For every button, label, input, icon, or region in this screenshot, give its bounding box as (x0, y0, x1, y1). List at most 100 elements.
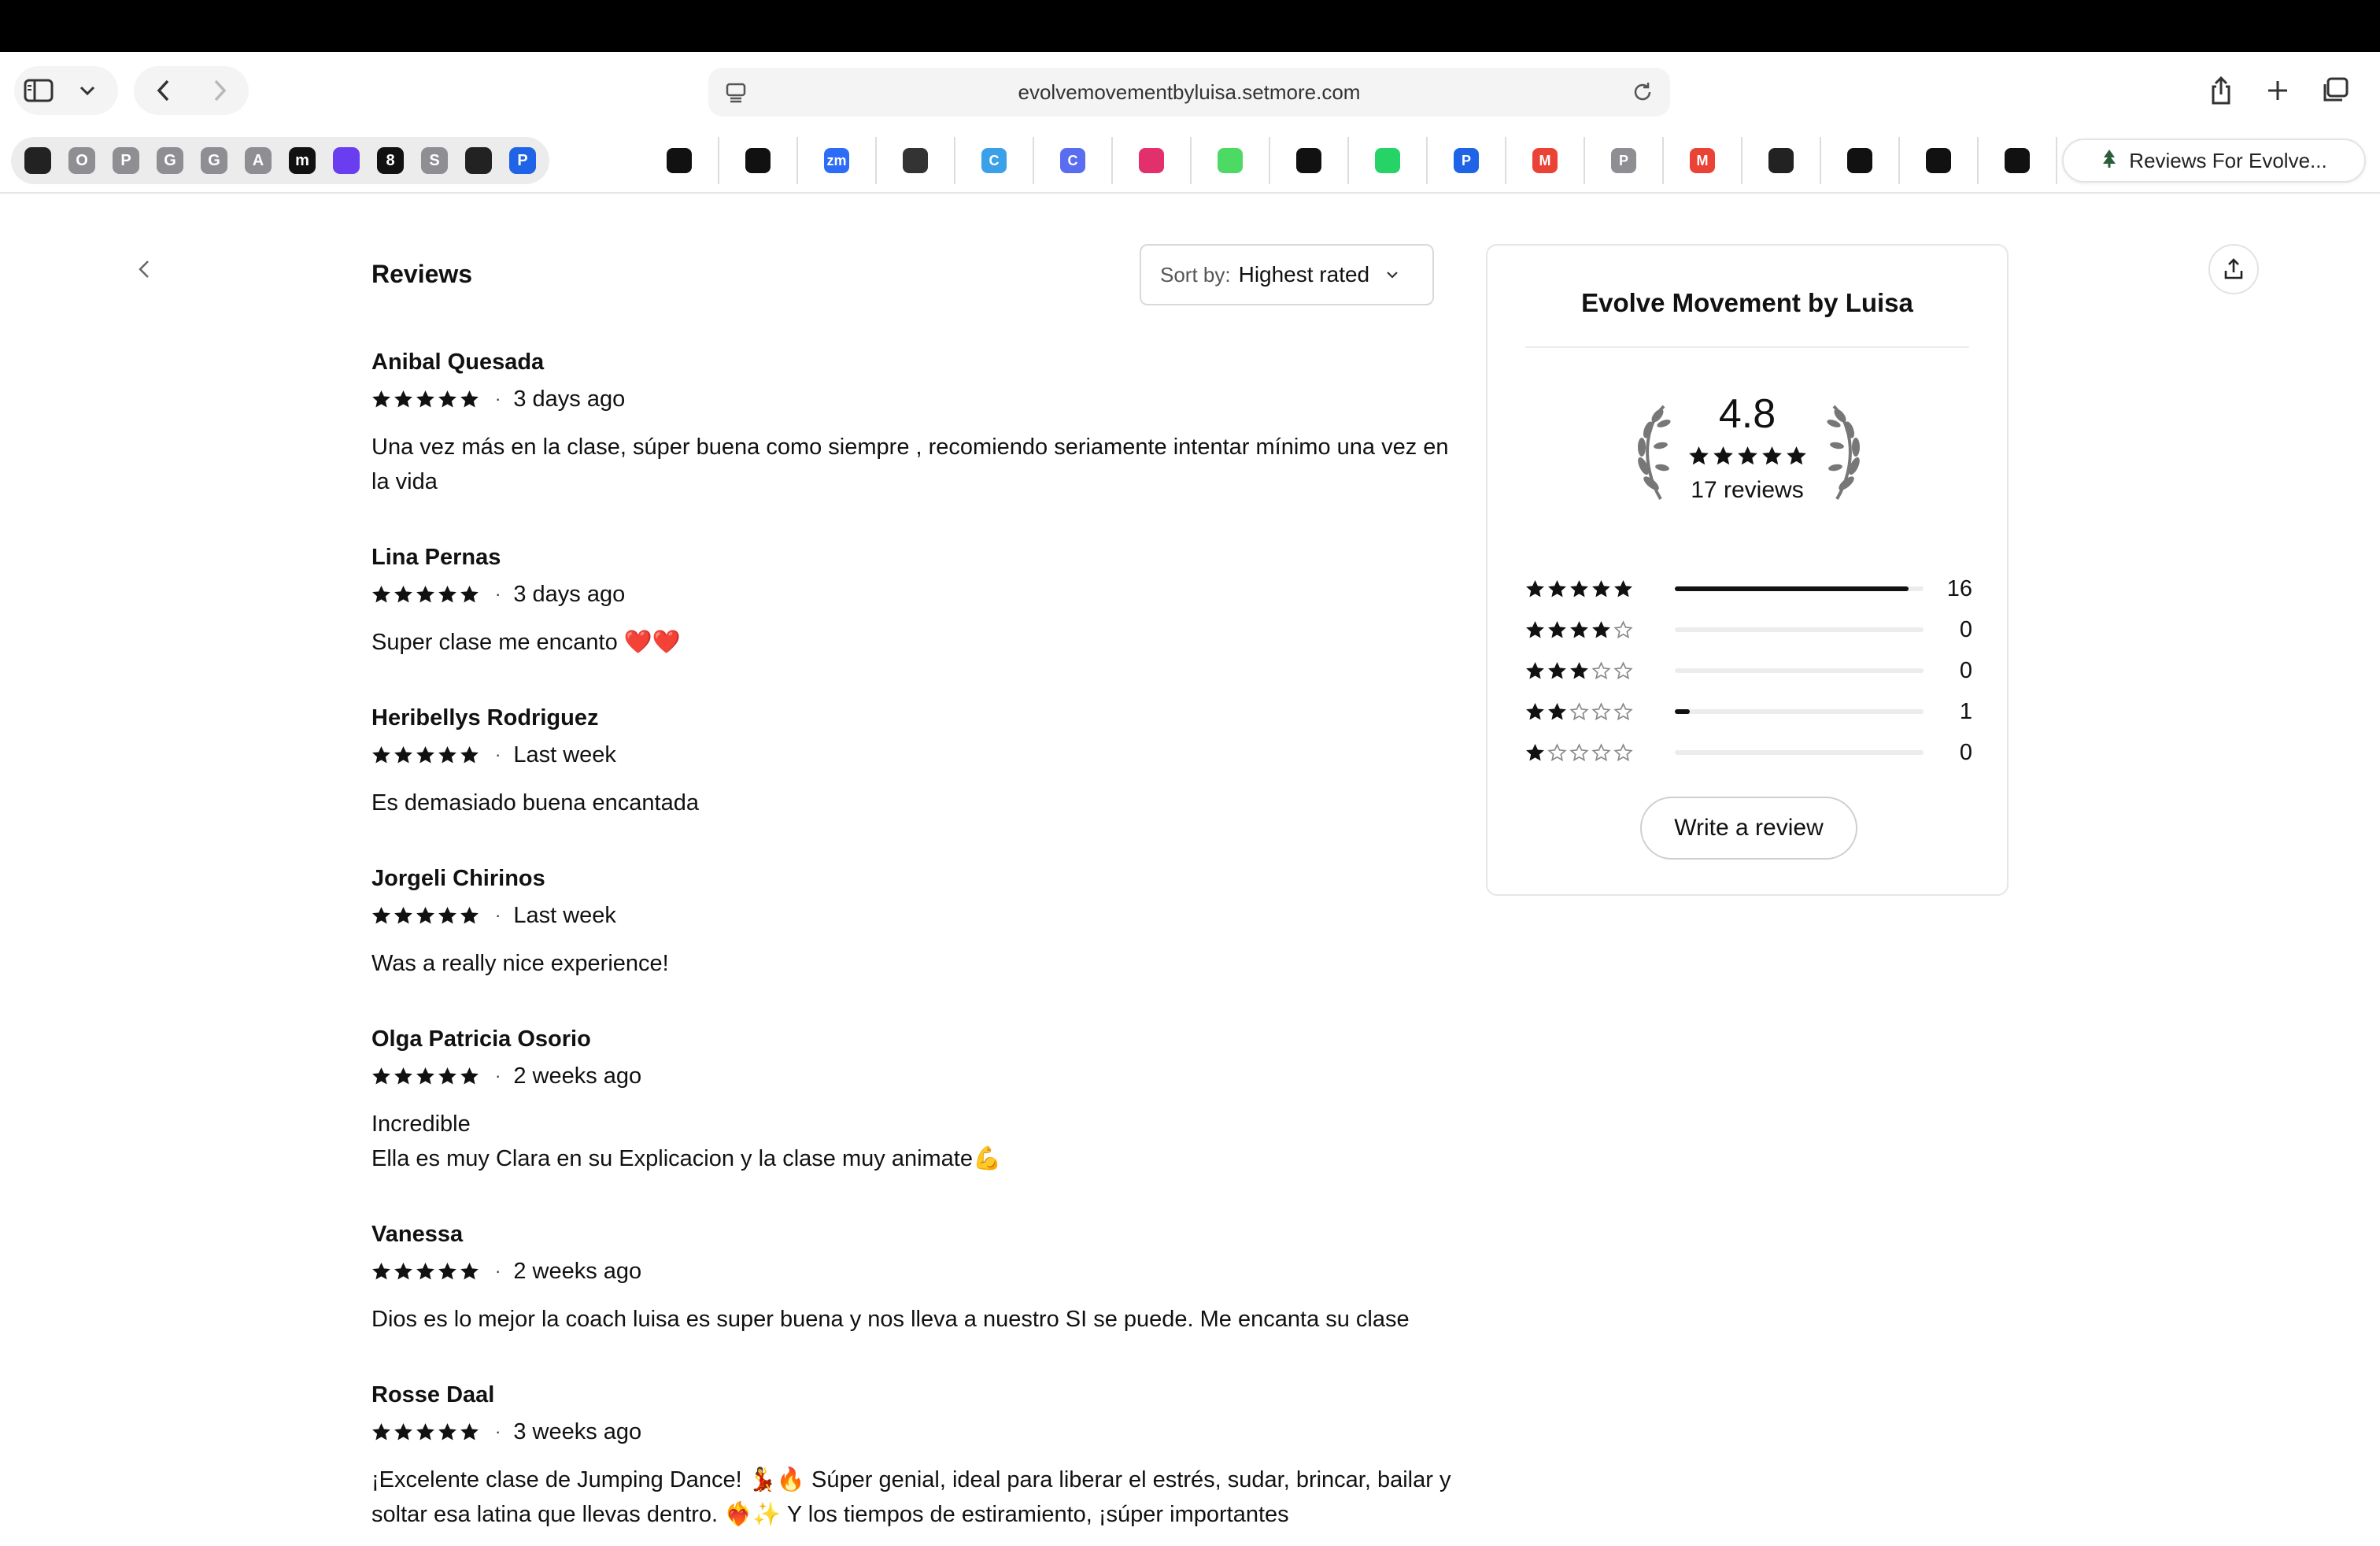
browser-tab[interactable] (1113, 137, 1192, 184)
star-filled-icon (416, 585, 434, 602)
browser-tab[interactable]: P (501, 139, 545, 183)
star-filled-icon (1548, 661, 1566, 679)
aperture-icon (1768, 148, 1794, 173)
share-page-button[interactable] (2208, 244, 2259, 294)
star-filled-icon (460, 390, 479, 407)
review-text: Dios es lo mejor la coach luisa es super… (371, 1307, 1410, 1332)
browser-tab[interactable]: P (1428, 137, 1506, 184)
review-text: Was a really nice experience! (371, 951, 669, 976)
star-empty-icon (1569, 742, 1589, 761)
star-filled-icon (438, 1422, 456, 1440)
back-icon[interactable] (134, 66, 191, 115)
browser-tab[interactable]: m (280, 139, 324, 183)
review-item: Rosse Daal · 3 weeks ago ¡Excelente clase d… (371, 1378, 1458, 1532)
distribution-count: 0 (1959, 739, 1972, 765)
browser-tab[interactable]: G (148, 139, 192, 183)
review-time: 3 days ago (513, 386, 626, 412)
address-bar[interactable]: evolvemovementbyluisa.setmore.com (708, 68, 1670, 117)
star-filled-icon (372, 390, 390, 407)
browser-tab[interactable] (1743, 137, 1821, 184)
browser-tab[interactable]: G (192, 139, 236, 183)
browser-tab[interactable] (324, 139, 368, 183)
separator-dot: · (495, 389, 501, 409)
sort-label: Sort by: (1160, 262, 1231, 287)
star-empty-icon (1613, 701, 1633, 720)
letter-g-icon: G (201, 147, 227, 174)
star-filled-icon (438, 906, 456, 923)
browser-tab[interactable] (1821, 137, 1900, 184)
share-icon[interactable] (2193, 66, 2249, 115)
browser-tab[interactable]: C (1034, 137, 1113, 184)
star-filled-icon (460, 745, 479, 763)
sidebar-icon[interactable] (14, 66, 63, 115)
star-filled-icon (438, 585, 456, 602)
star-filled-icon (394, 906, 412, 923)
browser-tab[interactable] (16, 139, 60, 183)
star-filled-icon (416, 1422, 434, 1440)
gmail-icon: M (1532, 148, 1558, 173)
divider (1525, 346, 1969, 348)
browser-tab[interactable] (1900, 137, 1979, 184)
browser-tab[interactable]: 8 (368, 139, 412, 183)
reviewer-name: Heribellys Rodriguez (371, 705, 599, 730)
browser-tab[interactable]: zm (798, 137, 877, 184)
browser-tab[interactable] (877, 137, 955, 184)
distribution-bar (1675, 709, 1924, 714)
url-text[interactable]: evolvemovementbyluisa.setmore.com (708, 68, 1670, 117)
distribution-bar-fill (1675, 586, 1909, 591)
browser-tab[interactable] (641, 137, 719, 184)
separator-dot: · (495, 584, 501, 604)
tab-overview-icon[interactable] (2306, 66, 2363, 115)
browser-tab[interactable]: C (955, 137, 1034, 184)
browser-tab[interactable] (456, 139, 501, 183)
review-meta: · 2 weeks ago (371, 1252, 1458, 1291)
star-filled-icon (394, 585, 412, 602)
distribution-count: 1 (1959, 698, 1972, 724)
divider (0, 192, 2380, 194)
forward-icon[interactable] (191, 66, 249, 115)
chevron-down-icon[interactable] (63, 66, 112, 115)
reload-icon[interactable] (1629, 79, 1656, 105)
star-rating (1525, 660, 1633, 681)
rating-distribution-row: 0 (1525, 609, 1972, 650)
browser-tab[interactable]: O (60, 139, 104, 183)
review-meta: · Last week (371, 896, 1458, 935)
star-filled-icon (1688, 446, 1709, 465)
review-time: Last week (513, 742, 616, 767)
browser-tab[interactable]: P (104, 139, 148, 183)
green-star-icon (1218, 148, 1243, 173)
separator-dot: · (495, 1261, 501, 1281)
back-chevron-icon[interactable] (132, 255, 156, 283)
separator-dot: · (495, 745, 501, 764)
star-filled-icon (416, 1067, 434, 1084)
browser-tab[interactable]: A (236, 139, 280, 183)
active-tab[interactable]: Reviews For Evolve... (2062, 139, 2366, 183)
pinned-tabs: OPGGAm8SP (11, 137, 549, 184)
rating-distribution-row: 0 (1525, 650, 1972, 691)
dark-app-icon (1847, 148, 1872, 173)
star-filled-icon (1592, 579, 1610, 597)
browser-tab[interactable] (1349, 137, 1428, 184)
review-item: Heribellys Rodriguez · Last week Es demasia… (371, 701, 1458, 820)
browser-tab[interactable] (1979, 137, 2057, 184)
letter-o-icon: O (68, 147, 95, 174)
menu-bar (0, 0, 2380, 52)
star-filled-icon (1713, 446, 1733, 465)
star-filled-icon (394, 1422, 412, 1440)
instagram-icon (1139, 148, 1164, 173)
openai-icon (903, 148, 928, 173)
browser-tab[interactable]: S (412, 139, 456, 183)
new-tab-icon[interactable] (2249, 66, 2306, 115)
browser-tab[interactable] (1192, 137, 1270, 184)
write-review-button[interactable]: Write a review (1640, 797, 1857, 860)
browser-tab[interactable]: M (1506, 137, 1585, 184)
star-filled-icon (372, 745, 390, 763)
star-empty-icon (1591, 742, 1611, 761)
browser-tab[interactable] (1270, 137, 1349, 184)
browser-tab[interactable]: P (1585, 137, 1664, 184)
browser-tab[interactable]: M (1664, 137, 1743, 184)
browser-tab[interactable] (719, 137, 798, 184)
sort-dropdown[interactable]: Sort by: Highest rated (1140, 244, 1434, 305)
reviewer-name: Vanessa (371, 1222, 464, 1247)
paypal-icon: P (1454, 148, 1479, 173)
